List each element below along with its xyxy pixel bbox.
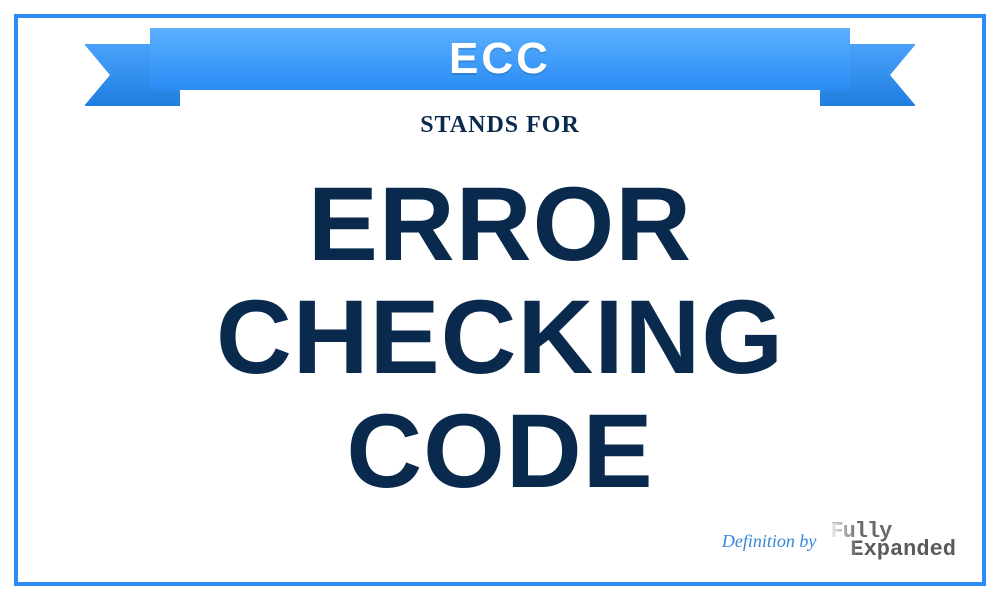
- credit-area: Definition by Fully Expanded: [722, 523, 956, 560]
- definition-text: ERROR CHECKING CODE: [90, 168, 910, 508]
- credit-prefix: Definition by: [722, 531, 816, 552]
- ribbon-notch-left-icon: [84, 44, 110, 106]
- ribbon-banner: ECC: [85, 28, 915, 90]
- stands-for-label: STANDS FOR: [18, 112, 982, 139]
- ribbon-main: ECC: [150, 28, 850, 90]
- card-frame: ECC STANDS FOR ERROR CHECKING CODE Defin…: [14, 14, 986, 586]
- credit-logo: Fully Expanded: [826, 523, 956, 560]
- ribbon-notch-right-icon: [890, 44, 916, 106]
- credit-logo-bottom: Expanded: [850, 541, 956, 560]
- acronym-text: ECC: [449, 34, 551, 84]
